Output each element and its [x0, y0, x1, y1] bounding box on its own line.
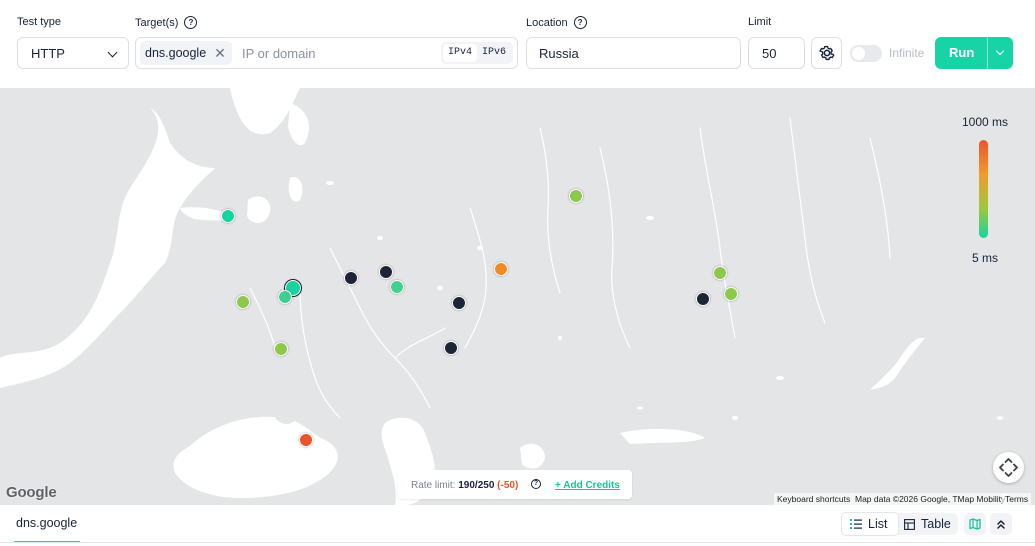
probe-marker[interactable] — [569, 189, 583, 203]
settings-button[interactable] — [811, 37, 842, 69]
probe-marker[interactable] — [390, 280, 404, 294]
view-toggle: List Table — [842, 513, 958, 535]
rate-limit-delta: (-50) — [497, 480, 519, 491]
legend-min-label: 5 ms — [972, 251, 999, 265]
limit-value: 50 — [762, 46, 777, 61]
infinite-label: Infinite — [889, 46, 925, 60]
map-terrain — [0, 88, 1003, 505]
result-tab-target[interactable]: dns.google — [16, 516, 77, 530]
table-icon — [904, 518, 915, 530]
remove-target-icon[interactable]: ✕ — [214, 45, 226, 62]
probe-marker[interactable] — [696, 292, 710, 306]
run-button[interactable]: Run — [935, 37, 1013, 69]
run-options-chevron-icon[interactable] — [995, 46, 1005, 56]
ipv6-option[interactable]: IPv6 — [477, 42, 511, 64]
latency-legend-bar — [979, 140, 988, 238]
probe-marker[interactable] — [274, 342, 288, 356]
collapse-button[interactable] — [990, 513, 1012, 535]
probe-marker[interactable] — [494, 262, 508, 276]
table-view-button[interactable]: Table — [904, 513, 958, 535]
test-type-select[interactable]: HTTP — [17, 37, 129, 69]
test-type-value: HTTP — [31, 46, 65, 61]
targets-label: Target(s) ? — [135, 16, 198, 29]
run-label: Run — [949, 45, 975, 60]
help-icon[interactable]: ? — [531, 479, 541, 489]
add-credits-link[interactable]: + Add Credits — [555, 480, 620, 491]
google-logo: Google — [6, 484, 57, 501]
probe-marker[interactable] — [299, 433, 313, 447]
list-icon — [850, 519, 862, 529]
rate-limit-text: Rate limit: 190/250 (-50) — [411, 480, 518, 491]
target-placeholder[interactable]: IP or domain — [242, 46, 315, 61]
infinite-toggle[interactable] — [850, 45, 882, 62]
fullscreen-button[interactable] — [993, 452, 1024, 483]
targets-input[interactable]: dns.google ✕ IP or domain IPv4 IPv6 — [135, 37, 518, 69]
limit-input[interactable]: 50 — [748, 37, 805, 69]
location-label: Location ? — [526, 16, 587, 29]
list-view-button[interactable]: List — [842, 513, 898, 535]
map[interactable]: 1000 ms 5 ms Google Rate limit: 190/250 … — [0, 88, 1035, 505]
run-divider — [987, 37, 988, 69]
probe-marker[interactable] — [713, 266, 727, 280]
chevrons-up-icon — [997, 520, 1005, 529]
probe-marker[interactable] — [379, 265, 393, 279]
list-view-label: List — [868, 517, 888, 531]
probe-marker[interactable] — [236, 295, 250, 309]
rate-limit-label: Rate limit: — [411, 480, 456, 491]
map-icon — [969, 518, 981, 530]
help-icon[interactable]: ? — [573, 16, 587, 29]
target-chip: dns.google ✕ — [140, 41, 232, 65]
probe-marker[interactable] — [444, 341, 458, 355]
divider — [0, 542, 1035, 543]
test-type-label: Test type — [17, 16, 62, 28]
location-input[interactable]: Russia — [526, 37, 741, 69]
rate-limit-value: 190/250 — [458, 480, 495, 491]
probe-marker[interactable] — [221, 209, 235, 223]
probe-marker[interactable] — [452, 296, 466, 310]
gear-icon — [819, 45, 835, 61]
keyboard-shortcuts-link[interactable]: Keyboard shortcuts — [774, 493, 854, 505]
probe-marker[interactable] — [278, 290, 292, 304]
terms-link[interactable]: Terms — [1002, 493, 1032, 505]
help-icon[interactable]: ? — [184, 16, 198, 29]
ipv4-option[interactable]: IPv4 — [442, 44, 477, 62]
map-data-attribution: Map data ©2026 Google, TMap Mobility — [852, 493, 1009, 505]
probe-marker[interactable] — [724, 287, 738, 301]
probe-marker[interactable] — [344, 271, 358, 285]
map-view-button[interactable] — [964, 513, 986, 535]
move-arrows-icon — [999, 458, 1018, 477]
limit-label: Limit — [748, 16, 772, 28]
legend-max-label: 1000 ms — [962, 115, 1009, 129]
target-chip-label: dns.google — [145, 46, 207, 60]
rate-limit-box: Rate limit: 190/250 (-50) ? + Add Credit… — [398, 470, 632, 499]
ip-version-toggle: IPv4 IPv6 — [440, 42, 513, 64]
table-view-label: Table — [921, 517, 951, 531]
chevron-down-icon — [107, 47, 118, 58]
location-value: Russia — [539, 46, 579, 61]
